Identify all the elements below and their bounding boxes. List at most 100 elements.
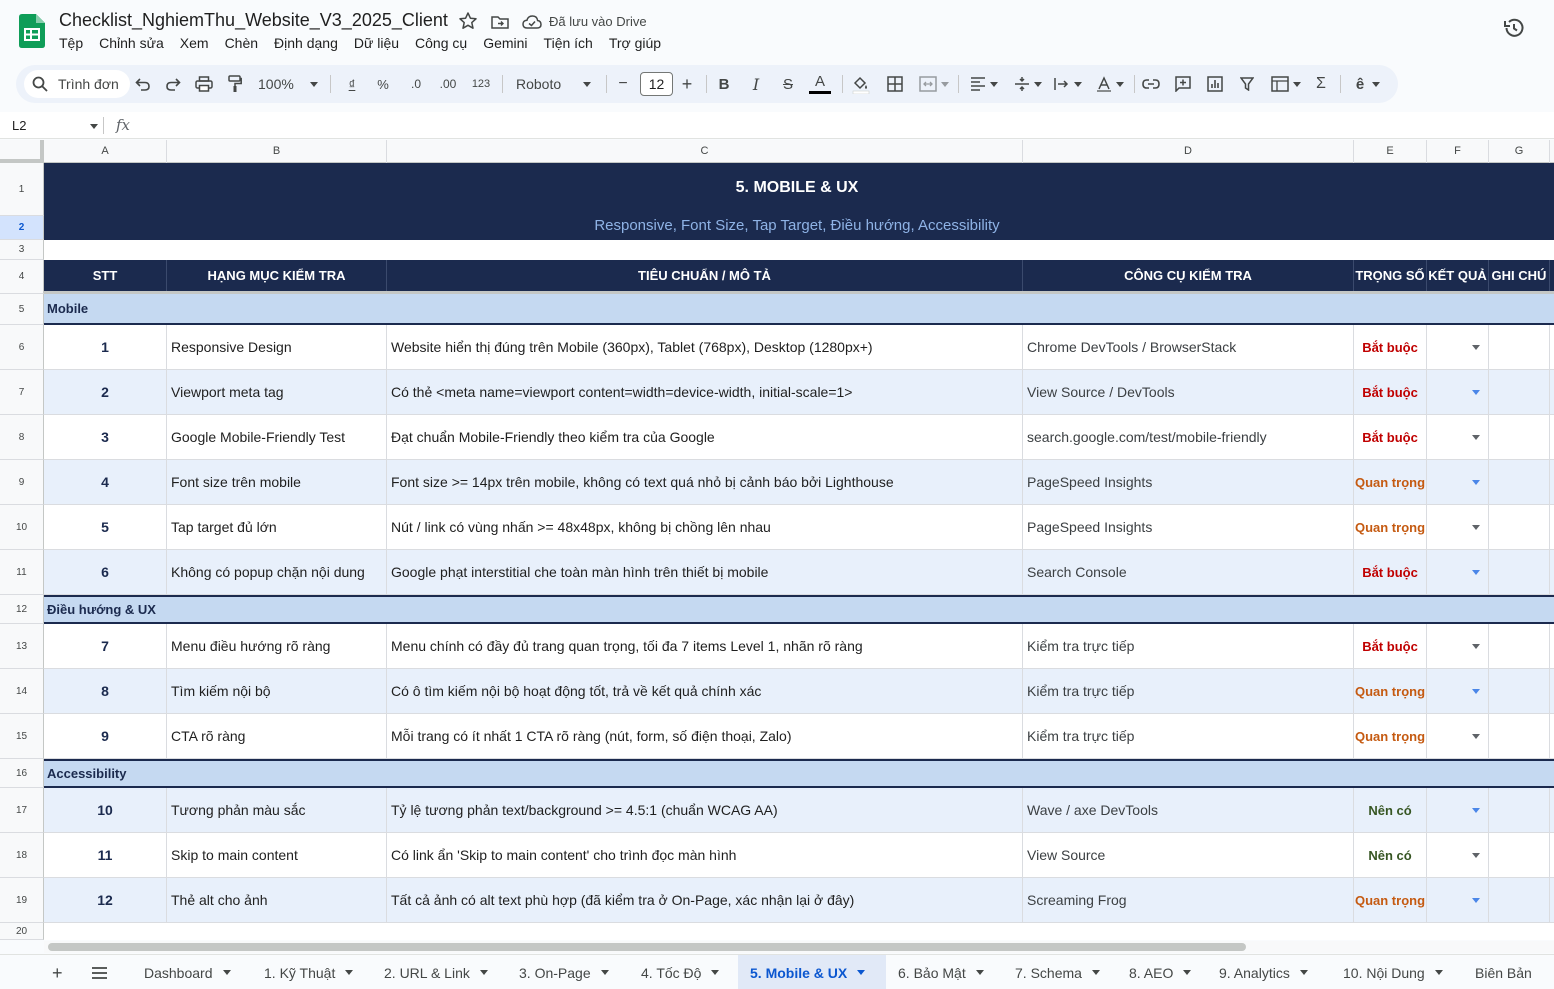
column-header-d[interactable]: D [1023, 140, 1354, 163]
row-header[interactable]: 8 [0, 415, 44, 460]
paint-format-icon[interactable] [224, 73, 246, 95]
column-header-c[interactable]: C [387, 140, 1023, 163]
sheet-tab-menu-icon[interactable] [1091, 970, 1100, 975]
weight-cell[interactable]: Quan trọng [1354, 669, 1427, 713]
menu-extensions[interactable]: Tiện ích [544, 35, 593, 51]
tool-cell[interactable]: PageSpeed Insights [1023, 505, 1354, 549]
result-dropdown[interactable] [1427, 505, 1489, 549]
item-cell[interactable]: Skip to main content [167, 833, 387, 877]
column-title-stt[interactable]: STT [44, 260, 167, 291]
font-size-increase-button[interactable]: + [678, 73, 696, 95]
menu-data[interactable]: Dữ liệu [354, 35, 399, 51]
result-dropdown[interactable] [1427, 624, 1489, 668]
description-cell[interactable]: Có ô tìm kiếm nội bộ hoạt động tốt, trả … [387, 669, 1023, 713]
column-header-e[interactable]: E [1354, 140, 1427, 163]
item-cell[interactable]: Viewport meta tag [167, 370, 387, 414]
weight-cell[interactable]: Bắt buộc [1354, 370, 1427, 414]
sheet-tab-menu-icon[interactable] [600, 970, 609, 975]
move-to-folder-icon[interactable] [490, 12, 510, 32]
row-header[interactable]: 14 [0, 669, 44, 714]
item-cell[interactable]: Thẻ alt cho ảnh [167, 878, 387, 922]
format-percent-button[interactable]: % [373, 73, 393, 95]
tool-cell[interactable]: Search Console [1023, 550, 1354, 594]
tool-cell[interactable]: search.google.com/test/mobile-friendly [1023, 415, 1354, 459]
result-dropdown[interactable] [1427, 788, 1489, 832]
dropdown-arrow-icon[interactable] [1472, 734, 1480, 739]
font-family-select[interactable]: Roboto [516, 73, 596, 95]
name-box-dropdown-icon[interactable] [90, 124, 98, 129]
sheet-tab[interactable]: 1. Kỹ Thuật [252, 955, 372, 989]
spreadsheet-grid[interactable]: ABCDEFG 1 2 3 4 5 6 7 8 9 10 11 12 13 14 15 16 17 18 19 20 5… [0, 140, 1554, 940]
row-header[interactable]: 6 [0, 325, 44, 370]
item-cell[interactable]: Tìm kiếm nội bộ [167, 669, 387, 713]
description-cell[interactable]: Tất cả ảnh có alt text phù hợp (đã kiểm … [387, 878, 1023, 922]
row-header[interactable]: 1 [0, 163, 44, 216]
sheet-tab-menu-icon[interactable] [479, 970, 488, 975]
column-header-a[interactable]: A [44, 140, 167, 163]
item-cell[interactable]: Tap target đủ lớn [167, 505, 387, 549]
weight-cell[interactable]: Quan trọng [1354, 460, 1427, 504]
tool-cell[interactable]: Screaming Frog [1023, 878, 1354, 922]
row-header[interactable]: 17 [0, 788, 44, 833]
select-all-corner[interactable] [0, 140, 44, 163]
add-sheet-icon[interactable]: + [52, 963, 63, 984]
menu-edit[interactable]: Chỉnh sửa [99, 35, 164, 51]
result-dropdown[interactable] [1427, 370, 1489, 414]
dropdown-arrow-icon[interactable] [1472, 390, 1480, 395]
search-menus-input[interactable]: Trình đơn [24, 70, 130, 98]
weight-cell[interactable]: Bắt buộc [1354, 325, 1427, 369]
sheet-tab[interactable]: 5. Mobile & UX [738, 955, 886, 989]
row-header[interactable]: 20 [0, 923, 44, 940]
sheet-tab[interactable]: 8. AEO [1117, 955, 1207, 989]
sheet-tab-menu-icon[interactable] [711, 970, 720, 975]
result-dropdown[interactable] [1427, 550, 1489, 594]
sheet-tab-menu-icon[interactable] [857, 970, 866, 975]
description-cell[interactable]: Google phạt interstitial che toàn màn hì… [387, 550, 1023, 594]
sheet-tab[interactable]: 10. Nội Dung [1331, 955, 1463, 989]
note-cell[interactable] [1489, 669, 1550, 713]
sheet-tab-menu-icon[interactable] [345, 970, 354, 975]
weight-cell[interactable]: Bắt buộc [1354, 415, 1427, 459]
section-header[interactable]: Điều hướng & UX [44, 597, 1554, 622]
item-cell[interactable]: CTA rõ ràng [167, 714, 387, 758]
row-header[interactable]: 5 [0, 294, 44, 325]
weight-cell[interactable]: Bắt buộc [1354, 550, 1427, 594]
description-cell[interactable]: Có thẻ <meta name=viewport content=width… [387, 370, 1023, 414]
item-cell[interactable]: Tương phản màu sắc [167, 788, 387, 832]
note-cell[interactable] [1489, 833, 1550, 877]
result-dropdown[interactable] [1427, 325, 1489, 369]
text-color-icon[interactable]: A [808, 73, 832, 95]
column-title-item[interactable]: HẠNG MỤC KIỂM TRA [167, 260, 387, 291]
insert-comment-icon[interactable] [1172, 73, 1194, 95]
tool-cell[interactable]: PageSpeed Insights [1023, 460, 1354, 504]
stt-cell[interactable]: 11 [44, 833, 167, 877]
all-sheets-menu-icon[interactable] [92, 967, 107, 979]
sheet-tab-menu-icon[interactable] [1434, 970, 1443, 975]
document-title[interactable]: Checklist_NghiemThu_Website_V3_2025_Clie… [59, 10, 448, 31]
version-history-icon[interactable] [1502, 16, 1526, 40]
horizontal-align-icon[interactable] [966, 73, 1002, 95]
font-size-input[interactable]: 12 [640, 72, 673, 96]
stt-cell[interactable]: 1 [44, 325, 167, 369]
row-header[interactable]: 2 [0, 216, 44, 240]
item-cell[interactable]: Google Mobile-Friendly Test [167, 415, 387, 459]
italic-icon[interactable]: I [746, 73, 766, 95]
stt-cell[interactable]: 5 [44, 505, 167, 549]
menu-format[interactable]: Định dạng [274, 35, 338, 51]
dropdown-arrow-icon[interactable] [1472, 853, 1480, 858]
row-header[interactable]: 4 [0, 260, 44, 294]
stt-cell[interactable]: 7 [44, 624, 167, 668]
item-cell[interactable]: Font size trên mobile [167, 460, 387, 504]
horizontal-scrollbar[interactable] [44, 941, 1554, 953]
sheet-tab-menu-icon[interactable] [1299, 970, 1308, 975]
stt-cell[interactable]: 12 [44, 878, 167, 922]
undo-icon[interactable] [132, 73, 154, 95]
note-cell[interactable] [1489, 370, 1550, 414]
tool-cell[interactable]: Chrome DevTools / BrowserStack [1023, 325, 1354, 369]
section-header[interactable]: Mobile [44, 294, 1554, 323]
sheets-logo-icon[interactable] [19, 14, 45, 48]
column-title-tool[interactable]: CÔNG CỤ KIỂM TRA [1023, 260, 1354, 291]
row-header[interactable]: 12 [0, 595, 44, 624]
sheet-tab-menu-icon[interactable] [975, 970, 984, 975]
tool-cell[interactable]: Kiểm tra trực tiếp [1023, 624, 1354, 668]
